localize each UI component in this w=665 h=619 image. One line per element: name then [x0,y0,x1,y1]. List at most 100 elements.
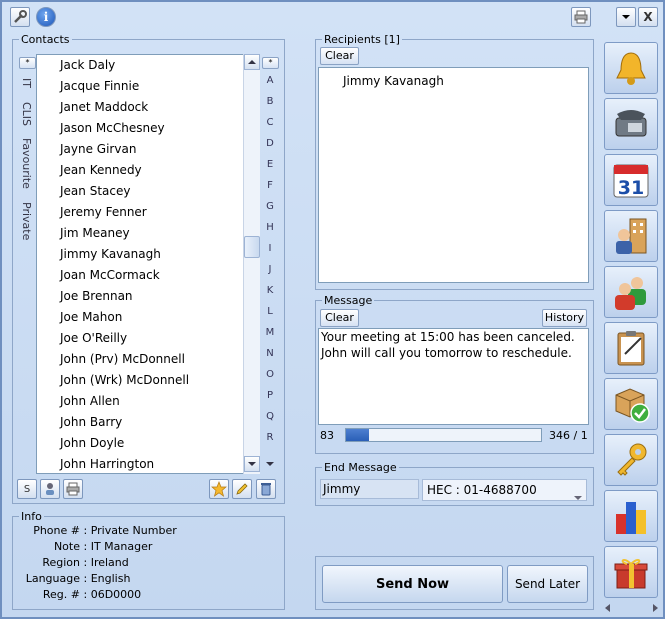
package-check-icon[interactable] [604,378,658,430]
bar-chart-icon[interactable] [604,490,658,542]
tab-clis[interactable]: CLIS [20,102,33,126]
contacts-list[interactable]: Jack Daly Jacque Finnie Janet Maddock Jason… [36,54,260,474]
info-row: Region : Ireland [17,555,277,571]
contacts-scrollbar[interactable] [243,54,260,474]
phone-icon[interactable] [604,98,658,150]
calendar-icon[interactable]: 31 [604,154,658,206]
index-letter[interactable]: I [261,238,279,259]
end-message-select[interactable]: HEC : 01-4688700 [422,479,587,501]
info-value: IT Manager [90,540,153,553]
list-item[interactable]: John (Wrk) McDonnell [37,370,259,391]
index-letter[interactable]: R [261,427,279,448]
list-item[interactable]: Janet Maddock [37,97,259,118]
list-item[interactable]: Joe Brennan [37,286,259,307]
info-row: Language : English [17,571,277,587]
bell-icon[interactable] [604,42,658,94]
office-building-icon[interactable] [604,210,658,262]
list-item[interactable]: Jean Stacey [37,181,259,202]
index-letter[interactable]: C [261,112,279,133]
index-star[interactable]: * [262,57,279,69]
edit-pencil-icon[interactable] [232,479,252,499]
message-textarea[interactable]: Your meeting at 15:00 has been canceled.… [318,328,589,425]
tab-it[interactable]: IT [20,78,33,88]
tab-private[interactable]: Private [20,202,33,240]
recipients-list[interactable]: Jimmy Kavanagh [318,67,589,283]
tab-favourite[interactable]: Favourite [20,138,33,189]
scroll-up-icon[interactable] [244,54,260,70]
info-separator: : [80,556,91,569]
list-item[interactable]: Jean Kennedy [37,160,259,181]
info-legend: Info [21,510,42,523]
index-letter[interactable]: P [261,385,279,406]
info-icon[interactable]: i [36,7,56,27]
close-button[interactable]: X [638,7,658,27]
info-value: Private Number [90,524,177,537]
index-letter[interactable]: F [261,175,279,196]
message-clear-button[interactable]: Clear [320,309,359,327]
list-item[interactable]: John (Prv) McDonnell [37,349,259,370]
s-button[interactable]: S [17,479,37,499]
printer-icon[interactable] [571,7,591,27]
calendar-day: 31 [618,177,644,199]
list-item[interactable]: Joan McCormack [37,265,259,286]
send-now-button[interactable]: Send Now [322,565,503,603]
scroll-down-icon[interactable] [244,456,260,472]
key-icon[interactable] [604,434,658,486]
list-item[interactable]: Jason McChesney [37,118,259,139]
index-letter[interactable]: O [261,364,279,385]
list-item[interactable]: Jayne Girvan [37,139,259,160]
side-scroll-left-icon[interactable] [603,602,611,616]
delete-bin-icon[interactable] [256,479,276,499]
info-separator: : [80,588,91,601]
clipboard-icon[interactable] [604,322,658,374]
print-contacts-icon[interactable] [63,479,83,499]
scroll-thumb[interactable] [244,236,260,258]
favourite-star-icon[interactable] [209,479,229,499]
info-key: Language [25,572,80,585]
end-message-name-field[interactable]: Jimmy [320,479,419,499]
list-item[interactable]: John Harrington [37,454,259,473]
info-separator: : [80,540,91,553]
list-item[interactable]: John Barry [37,412,259,433]
user-import-icon[interactable] [40,479,60,499]
index-down-icon[interactable] [263,458,277,470]
list-item[interactable]: Jimmy Kavanagh [37,244,259,265]
wrench-icon[interactable] [10,7,30,27]
info-separator: : [80,524,91,537]
tab-star[interactable]: * [19,57,36,69]
recipient-item[interactable]: Jimmy Kavanagh [319,72,588,90]
list-item[interactable]: Jeremy Fenner [37,202,259,223]
list-item[interactable]: Jim Meaney [37,223,259,244]
list-item[interactable]: Joe Mahon [37,307,259,328]
list-item[interactable]: Joe O'Reilly [37,328,259,349]
index-letter[interactable]: Q [261,406,279,427]
info-row: Phone # : Private Number [17,523,277,539]
info-row: Note : IT Manager [17,539,277,555]
index-letter[interactable]: D [261,133,279,154]
index-letter[interactable]: L [261,301,279,322]
list-item[interactable]: John Allen [37,391,259,412]
send-later-button[interactable]: Send Later [507,565,588,603]
users-icon[interactable] [604,266,658,318]
index-letter[interactable]: G [261,196,279,217]
index-letter[interactable]: E [261,154,279,175]
index-letter[interactable]: J [261,259,279,280]
list-item[interactable]: Jacque Finnie [37,76,259,97]
gift-icon[interactable] [604,546,658,598]
recipients-clear-button[interactable]: Clear [320,47,359,65]
index-letter[interactable]: M [261,322,279,343]
history-button[interactable]: History [542,309,587,327]
end-message-legend: End Message [324,461,397,474]
index-letter[interactable]: A [261,70,279,91]
index-letter[interactable]: N [261,343,279,364]
index-letter[interactable]: K [261,280,279,301]
list-item[interactable]: John Doyle [37,433,259,454]
info-row: Reg. # : 06D0000 [17,587,277,603]
index-letter[interactable]: B [261,91,279,112]
list-item[interactable]: Jack Daly [37,55,259,76]
info-key: Phone # [33,524,80,537]
chevron-down-icon[interactable] [616,7,636,27]
index-letter[interactable]: H [261,217,279,238]
side-scroll-right-icon[interactable] [652,602,660,616]
info-value: 06D0000 [90,588,142,601]
